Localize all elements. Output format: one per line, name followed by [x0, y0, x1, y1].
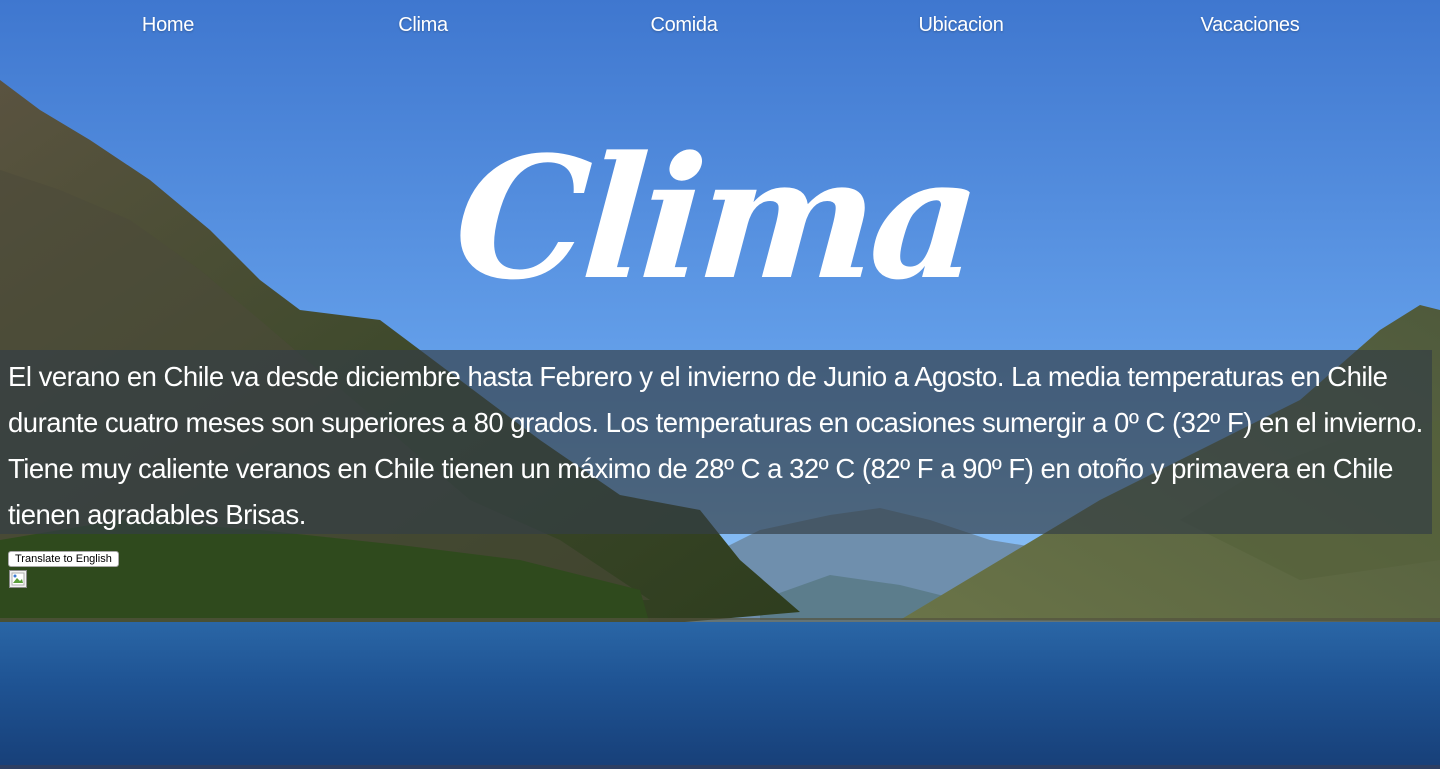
page-title: Clima — [449, 119, 981, 317]
nav-link-clima[interactable]: Clima — [398, 14, 448, 37]
broken-image-icon — [9, 570, 27, 588]
info-panel: El verano en Chile va desde diciembre ha… — [0, 350, 1432, 534]
nav-link-home[interactable]: Home — [142, 14, 194, 37]
nav-link-ubicacion[interactable]: Ubicacion — [918, 14, 1003, 37]
nav-link-vacaciones[interactable]: Vacaciones — [1201, 14, 1300, 37]
translate-button[interactable]: Translate to English — [8, 551, 119, 567]
main-navigation: Home Clima Comida Ubicacion Vacaciones — [0, 0, 1440, 60]
nav-link-comida[interactable]: Comida — [650, 14, 717, 37]
climate-description: El verano en Chile va desde diciembre ha… — [8, 361, 1423, 530]
